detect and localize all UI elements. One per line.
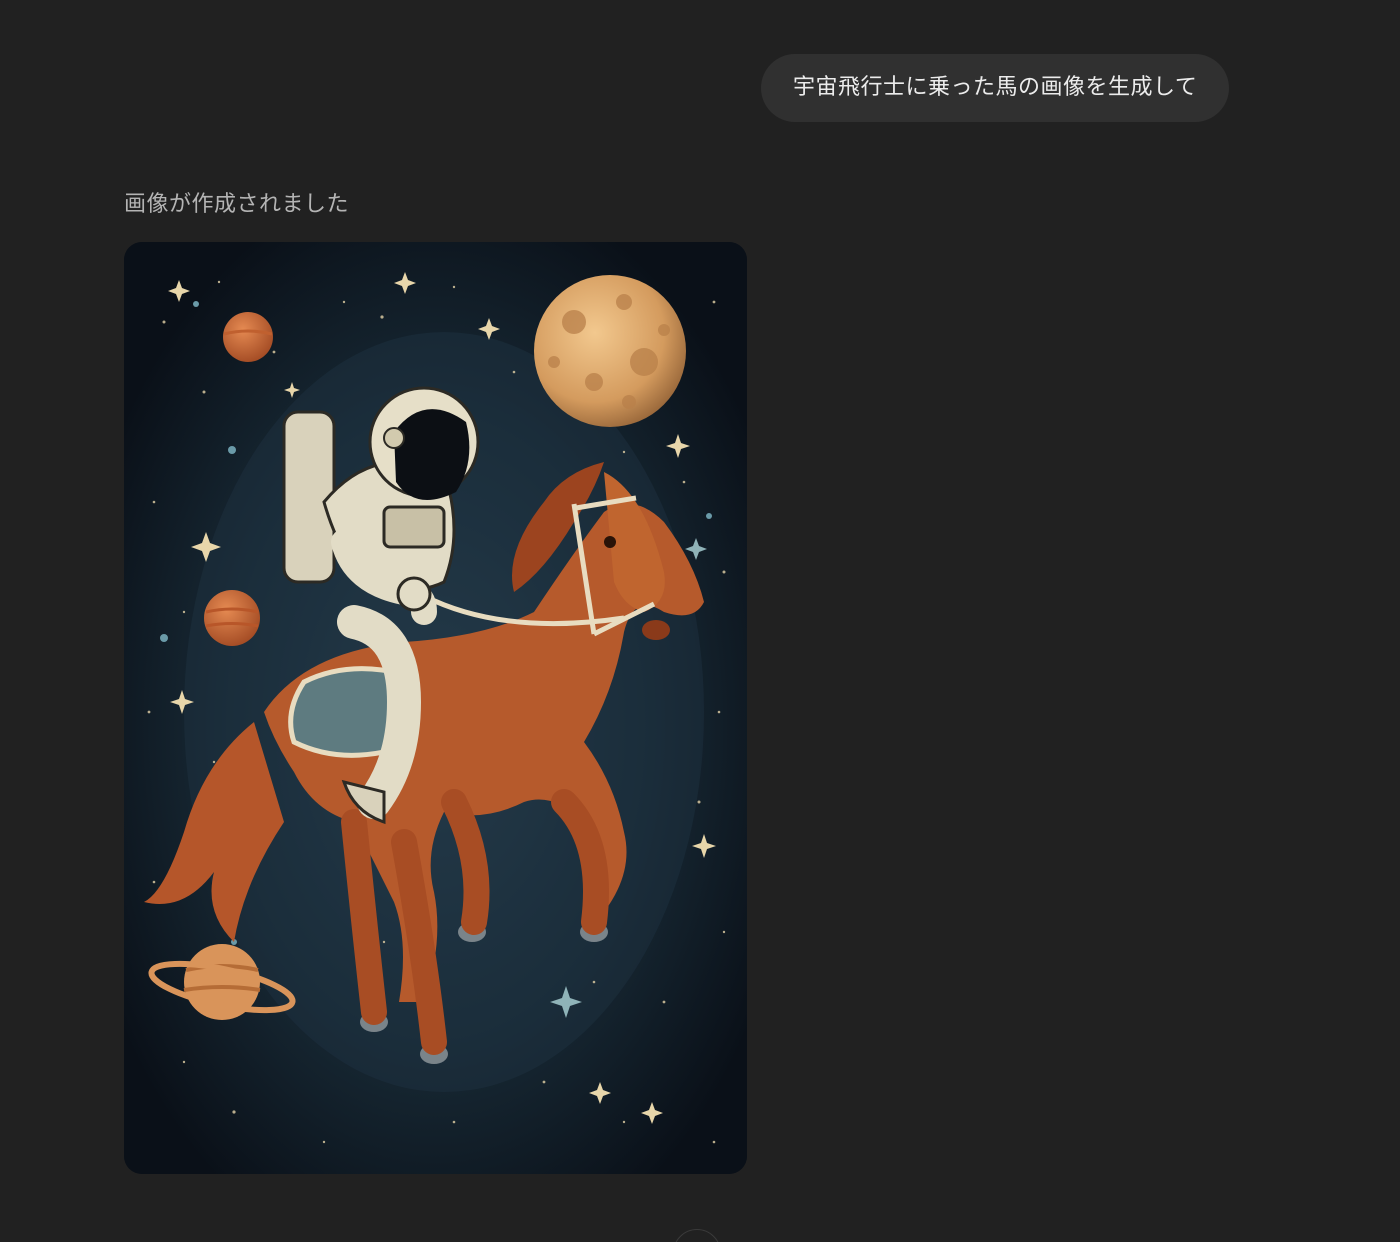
generated-image[interactable] (124, 242, 747, 1174)
user-message-text: 宇宙飛行士に乗った馬の画像を生成して (793, 75, 1198, 100)
chat-page: 宇宙飛行士に乗った馬の画像を生成して 画像が作成されました (0, 0, 1400, 1242)
space-illustration (124, 242, 747, 1174)
user-message-bubble: 宇宙飛行士に乗った馬の画像を生成して (761, 54, 1230, 122)
scroll-down-button[interactable]: ↓ (673, 1229, 721, 1242)
assistant-status-text: 画像が作成されました (124, 192, 350, 217)
